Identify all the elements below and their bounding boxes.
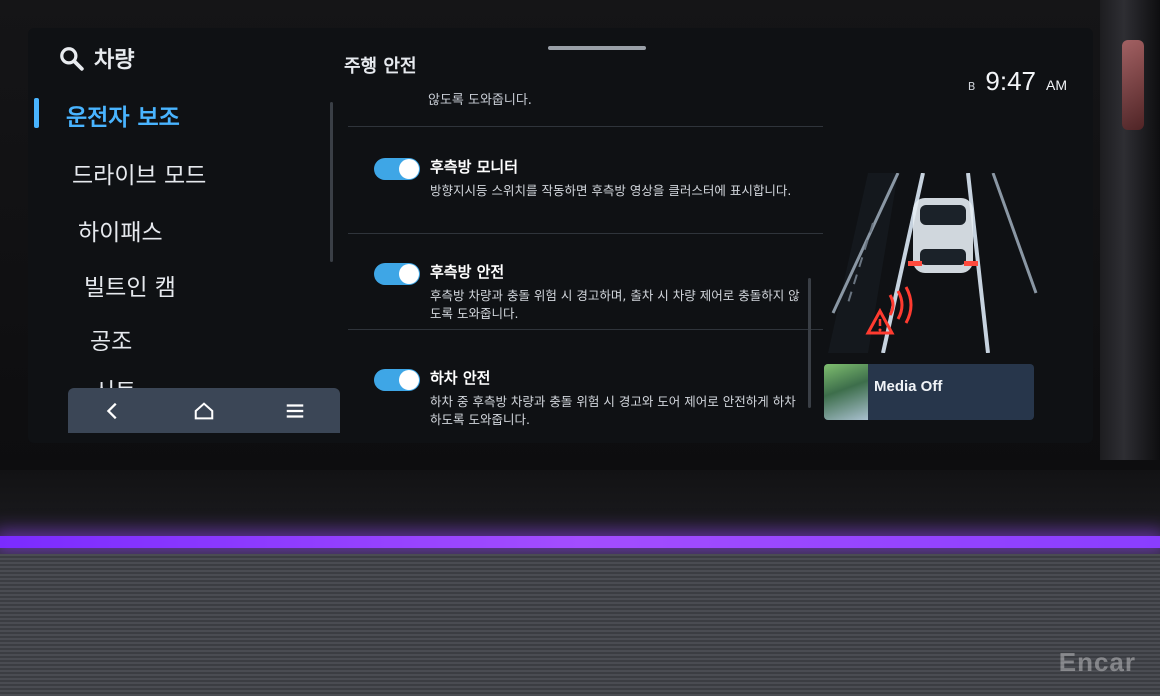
search-icon	[60, 47, 84, 71]
search-button[interactable]: 차량	[58, 42, 134, 74]
bottom-navbar	[68, 388, 340, 433]
chevron-left-icon	[107, 402, 117, 419]
status-bar: B 9:47 AM	[968, 66, 1067, 97]
toggle-knob	[399, 159, 419, 179]
divider	[348, 233, 823, 234]
watermark: Encar	[1058, 647, 1136, 677]
page-title: 주행 안전	[344, 56, 417, 77]
sidebar-item-driver-assist[interactable]: 운전자 보조	[66, 98, 180, 132]
trim-reflection	[1122, 40, 1144, 130]
infotainment-screen: 차량 운전자 보조 드라이브 모드 하이패스 빌트인 캠 공조 시트	[28, 28, 1093, 443]
signal-icon: B	[967, 80, 976, 93]
toggle-knob	[399, 370, 419, 390]
sidebar-item-hipass[interactable]: 하이패스	[78, 213, 163, 247]
toggle-knob	[399, 264, 419, 284]
toggle-switch[interactable]	[374, 158, 420, 180]
media-widget[interactable]: Media Off	[824, 364, 1034, 420]
sidebar-item-builtin-cam[interactable]: 빌트인 캠	[84, 268, 176, 302]
setting-title: 후측방 모니터	[430, 158, 519, 176]
setting-row-blind-view[interactable]: 후측방 모니터 방향지시등 스위치를 작동하면 후측방 영상을 클러스터에 표시…	[348, 148, 818, 238]
media-thumbnail	[824, 364, 868, 420]
clipped-description: 않도록 도와줍니다.	[428, 93, 532, 108]
dashboard-upper	[0, 470, 1160, 540]
notification-pull-handle[interactable]	[548, 46, 646, 50]
divider	[348, 329, 823, 330]
setting-description: 하차 중 후측방 차량과 충돌 위험 시 경고와 도어 제어로 안전하게 하차하…	[430, 394, 796, 427]
sidebar: 차량 운전자 보조 드라이브 모드 하이패스 빌트인 캠 공조 시트	[28, 28, 340, 443]
setting-title: 하차 안전	[430, 369, 491, 387]
menu-button[interactable]	[275, 391, 315, 431]
settings-list[interactable]: 않도록 도와줍니다. 후측방 모니터 방향지시등 스위치를 작동하면 후측방 영…	[348, 83, 828, 443]
ambient-light-strip	[0, 536, 1160, 548]
toggle-switch[interactable]	[374, 369, 420, 391]
home-button[interactable]	[184, 391, 224, 431]
setting-description: 후측방 차량과 충돌 위험 시 경고하며, 출차 시 차량 제어로 충돌하지 않…	[430, 288, 800, 321]
divider	[348, 126, 823, 127]
sidebar-item-climate[interactable]: 공조	[90, 322, 132, 356]
active-indicator	[34, 98, 39, 128]
right-trim	[1100, 0, 1160, 460]
sidebar-item-drive-mode[interactable]: 드라이브 모드	[72, 156, 206, 190]
media-status: Media Off	[874, 378, 943, 395]
back-button[interactable]	[93, 391, 133, 431]
car-icon	[908, 198, 978, 273]
dashboard-trim-texture	[0, 554, 1160, 696]
setting-title: 후측방 안전	[430, 263, 505, 281]
setting-row-exit-safety[interactable]: 하차 안전 하차 중 후측방 차량과 충돌 위험 시 경고와 도어 제어로 안전…	[348, 359, 818, 443]
rear-side-warning-illustration	[828, 173, 1038, 353]
sidebar-scrollbar[interactable]	[330, 102, 333, 262]
clock: 9:47	[985, 66, 1036, 96]
setting-description: 방향지시등 스위치를 작동하면 후측방 영상을 클러스터에 표시합니다.	[430, 183, 792, 198]
clock-ampm: AM	[1046, 77, 1067, 93]
menu-icon	[286, 403, 303, 418]
dashboard-panel	[0, 470, 1160, 696]
home-icon	[194, 401, 214, 419]
search-label: 차량	[94, 48, 135, 73]
content-scrollbar[interactable]	[808, 278, 811, 408]
toggle-switch[interactable]	[374, 263, 420, 285]
